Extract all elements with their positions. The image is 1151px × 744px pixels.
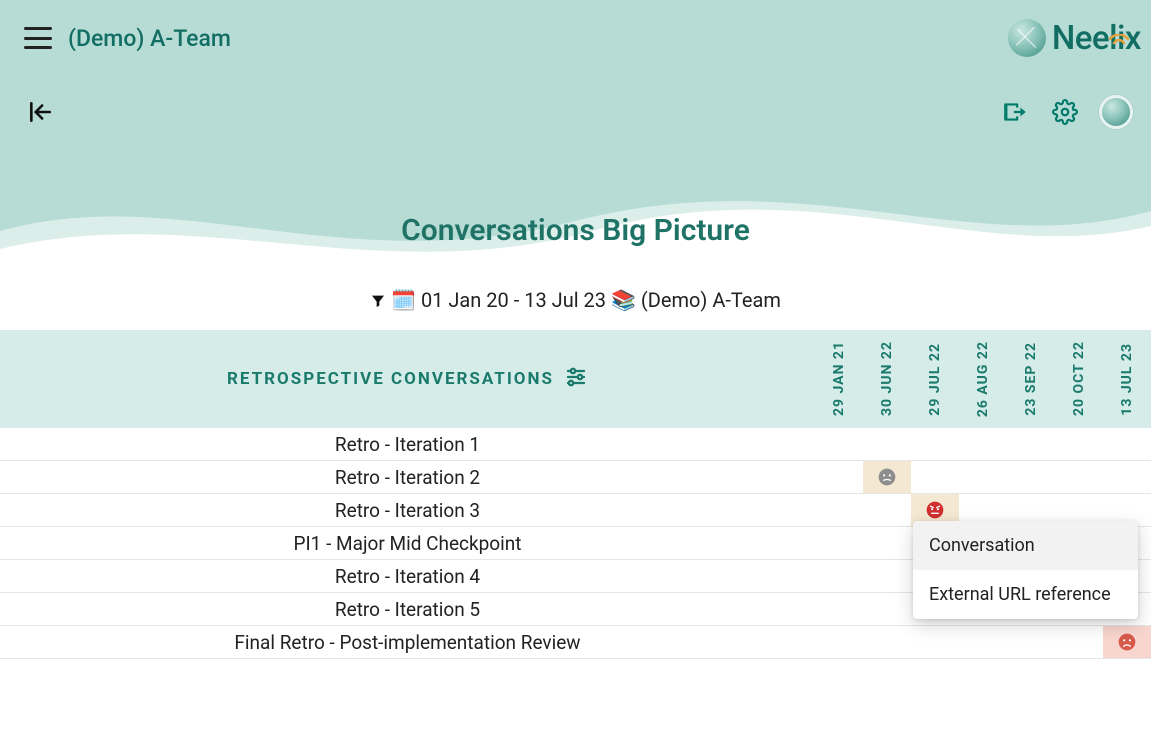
table-cell <box>863 560 911 592</box>
filter-dates: 01 Jan 20 - 13 Jul 23 <box>421 288 606 312</box>
table-cell <box>1055 428 1103 460</box>
table-header: RETROSPECTIVE CONVERSATIONS 29 JAN 21 30 … <box>0 330 1151 428</box>
page-title: Conversations Big Picture <box>0 213 1151 248</box>
table-cell <box>815 461 863 493</box>
table-cell[interactable] <box>1103 626 1151 658</box>
table-cell <box>1007 428 1055 460</box>
table-row: Final Retro - Post-implementation Review <box>0 626 1151 659</box>
table-cell <box>959 626 1007 658</box>
table-cell <box>911 428 959 460</box>
context-menu-item[interactable]: Conversation <box>913 521 1138 570</box>
row-label[interactable]: Retro - Iteration 4 <box>0 560 815 592</box>
date-col-label: 29 JUL 22 <box>927 343 943 416</box>
date-col-label: 30 JUN 22 <box>879 341 895 416</box>
face-neutral-icon <box>877 467 897 487</box>
table-cell <box>911 461 959 493</box>
date-col[interactable]: 29 JAN 21 <box>815 330 863 428</box>
table-cell <box>1103 461 1151 493</box>
table-cell <box>863 527 911 559</box>
date-col[interactable]: 23 SEP 22 <box>1007 330 1055 428</box>
table-cell <box>863 428 911 460</box>
filter-scope: (Demo) A-Team <box>641 288 781 312</box>
table-cell <box>863 593 911 625</box>
row-label[interactable]: Retro - Iteration 2 <box>0 461 815 493</box>
team-name[interactable]: (Demo) A-Team <box>68 25 231 52</box>
row-label[interactable]: Retro - Iteration 3 <box>0 494 815 526</box>
table-row: Retro - Iteration 2 <box>0 461 1151 494</box>
table-cell <box>959 461 1007 493</box>
filter-icon <box>370 288 391 312</box>
date-col-label: 13 JUL 23 <box>1119 343 1135 416</box>
table-cell <box>1055 626 1103 658</box>
calendar-icon: 🗓️ <box>391 288 416 312</box>
table-cell <box>815 527 863 559</box>
table-cell <box>1007 461 1055 493</box>
table-cell <box>815 593 863 625</box>
avatar[interactable] <box>1099 95 1133 129</box>
date-col[interactable]: 13 JUL 23 <box>1103 330 1151 428</box>
date-col[interactable]: 29 JUL 22 <box>911 330 959 428</box>
settings-icon[interactable] <box>1049 96 1081 128</box>
wifi-icon <box>1109 33 1129 52</box>
table-cell <box>959 428 1007 460</box>
menu-icon[interactable] <box>24 27 52 49</box>
row-label[interactable]: Final Retro - Post-implementation Review <box>0 626 815 658</box>
brand-mark-icon <box>1008 19 1046 57</box>
header-band: (Demo) A-Team Neelix <box>0 0 1151 270</box>
table-header-label: RETROSPECTIVE CONVERSATIONS <box>227 369 554 389</box>
table-cell <box>911 626 959 658</box>
table-cell <box>1103 428 1151 460</box>
date-col-label: 20 OCT 22 <box>1071 341 1087 416</box>
date-col[interactable]: 26 AUG 22 <box>959 330 1007 428</box>
brand-logo[interactable]: Neelix <box>1008 19 1141 58</box>
sliders-icon[interactable] <box>564 365 588 394</box>
toolbar <box>0 92 1151 132</box>
date-col-label: 26 AUG 22 <box>975 341 991 417</box>
table-cell <box>815 560 863 592</box>
books-icon: 📚 <box>611 288 636 312</box>
context-menu: ConversationExternal URL reference <box>913 521 1138 619</box>
table-cell <box>815 626 863 658</box>
topbar: (Demo) A-Team Neelix <box>0 18 1151 58</box>
face-sad-icon <box>1117 632 1137 652</box>
table-cell <box>815 494 863 526</box>
table-cell <box>863 626 911 658</box>
row-label[interactable]: Retro - Iteration 5 <box>0 593 815 625</box>
filter-summary[interactable]: 🗓️ 01 Jan 20 - 13 Jul 23 📚 (Demo) A-Team <box>0 270 1151 330</box>
table-cell <box>863 494 911 526</box>
date-col-label: 23 SEP 22 <box>1023 342 1039 416</box>
context-menu-item[interactable]: External URL reference <box>913 570 1138 619</box>
table-cell[interactable] <box>863 461 911 493</box>
collapse-left-icon[interactable] <box>24 96 56 128</box>
table-cell <box>1007 626 1055 658</box>
row-label[interactable]: PI1 - Major Mid Checkpoint <box>0 527 815 559</box>
table-cell <box>1055 461 1103 493</box>
row-label[interactable]: Retro - Iteration 1 <box>0 428 815 460</box>
face-angry-icon <box>925 500 945 520</box>
table-row: Retro - Iteration 1 <box>0 428 1151 461</box>
date-col[interactable]: 30 JUN 22 <box>863 330 911 428</box>
exit-icon[interactable] <box>999 96 1031 128</box>
table-cell <box>815 428 863 460</box>
date-col-label: 29 JAN 21 <box>831 341 847 416</box>
date-col[interactable]: 20 OCT 22 <box>1055 330 1103 428</box>
